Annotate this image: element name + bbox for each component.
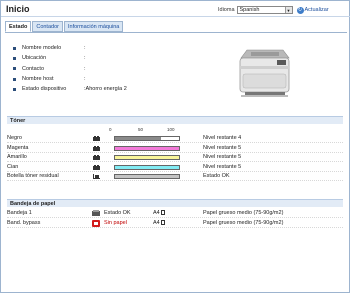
toner-row: Negro Nivel restante 4 — [7, 134, 343, 143]
tray-row: Band. bypass Sin papel A4 Papel grueso m… — [7, 219, 343, 228]
toner-name: Botella tóner residual — [7, 173, 59, 179]
tab-informacion-maquina[interactable]: Información máquina — [63, 21, 124, 32]
bullet-icon — [13, 67, 16, 71]
tab-contador[interactable]: Contador — [32, 21, 63, 32]
toner-status: Estado OK — [203, 173, 230, 179]
info-label: Estado dispositivo — [22, 86, 67, 93]
toner-name: Negro — [7, 135, 22, 141]
tray-paper-type: Papel grueso medio (75-90g/m2) — [203, 220, 284, 226]
toner-cartridge-icon — [93, 155, 100, 160]
toner-row: Cian Nivel restante 5 — [7, 163, 343, 172]
bullet-icon — [13, 46, 16, 50]
info-row: Ubicación : — [13, 53, 127, 63]
paper-tray-icon — [92, 210, 100, 216]
tray-status: Estado OK — [104, 210, 131, 216]
refresh-icon: ↻ — [296, 6, 304, 14]
bullet-icon — [13, 77, 16, 81]
language-bar: Idioma Spanish ▼ ↻ Actualizar — [218, 6, 329, 14]
toner-level-fill — [115, 146, 179, 150]
toner-level-fill — [115, 137, 162, 140]
info-value: : — [84, 55, 86, 62]
refresh-button[interactable]: ↻ Actualizar — [296, 6, 329, 14]
paper-sheet-icon — [160, 220, 165, 226]
toner-level-bar — [114, 145, 180, 151]
info-label: Contacto — [22, 65, 45, 72]
toner-row: Botella tóner residual Estado OK — [7, 172, 343, 181]
toner-level-bar — [114, 164, 180, 170]
toner-name: Cian — [7, 163, 19, 170]
tab-bar: Estado Contador Información máquina — [5, 21, 124, 32]
info-label: Nombre modelo — [22, 45, 62, 52]
info-label: Nombre host — [22, 76, 54, 83]
language-select[interactable]: Spanish ▼ — [236, 6, 293, 14]
tray-status: Sin papel — [104, 220, 127, 226]
tab-estado[interactable]: Estado — [5, 21, 32, 32]
toner-row: Magenta Nivel restante 5 — [7, 144, 343, 153]
status-page: Inicio Idioma Spanish ▼ ↻ Actualizar Est… — [0, 0, 350, 293]
tray-name: Band. bypass — [7, 220, 41, 226]
tray-name: Bandeja 1 — [7, 210, 32, 216]
scale-tick: 0 — [109, 127, 112, 132]
info-label: Ubicación — [22, 55, 47, 62]
tray-row: Bandeja 1 Estado OK A4 Papel grueso medi… — [7, 209, 343, 218]
page-title: Inicio — [6, 4, 30, 14]
toner-status: Nivel restante 4 — [203, 135, 242, 141]
language-value: Spanish — [239, 7, 260, 13]
toner-section-header: Tóner — [7, 116, 343, 124]
scale-tick: 100 — [167, 127, 175, 132]
toner-level-bar — [114, 136, 180, 141]
info-row: Nombre modelo : — [13, 43, 127, 53]
toner-level-fill — [115, 175, 179, 178]
info-row: Contacto : — [13, 64, 127, 74]
paper-size-label: A4 — [153, 210, 160, 216]
scale-tick: 50 — [138, 127, 144, 132]
toner-status: Nivel restante 5 — [203, 144, 242, 151]
toner-level-bar — [114, 174, 180, 179]
toner-level-bar — [114, 155, 180, 160]
paper-tray-section-header: Bandeja de papel — [7, 199, 343, 207]
info-value: : — [84, 45, 86, 52]
waste-toner-bottle-icon — [93, 174, 100, 179]
info-value: :Ahorro energía 2 — [84, 86, 127, 93]
tray-paper-type: Papel grueso medio (75-90g/m2) — [203, 210, 284, 216]
toner-cartridge-icon — [93, 136, 100, 141]
toner-status: Nivel restante 5 — [203, 163, 242, 170]
toner-row: Amarillo Nivel restante 5 — [7, 153, 343, 162]
refresh-label: Actualizar — [304, 7, 329, 13]
tab-divider — [5, 32, 347, 33]
info-value: : — [84, 76, 86, 83]
bullet-icon — [13, 56, 16, 60]
header-divider — [1, 16, 350, 17]
tray-paper-size: A4 — [153, 220, 165, 226]
toner-status: Nivel restante 5 — [203, 154, 242, 160]
info-row: Nombre host : — [13, 74, 127, 84]
chevron-down-icon[interactable]: ▼ — [284, 7, 292, 13]
bullet-icon — [13, 87, 16, 91]
toner-cartridge-icon — [93, 164, 100, 170]
paper-sheet-icon — [160, 210, 165, 216]
info-row: Estado dispositivo :Ahorro energía 2 — [13, 84, 127, 94]
toner-name: Magenta — [7, 144, 29, 151]
toner-level-fill — [115, 165, 179, 169]
paper-size-label: A4 — [153, 220, 160, 226]
toner-scale: 0 50 100 — [109, 127, 179, 133]
toner-level-fill — [115, 156, 179, 159]
device-info: Nombre modelo : Ubicación : Contacto : N… — [13, 43, 127, 94]
printer-image — [239, 49, 290, 97]
paper-empty-alert-icon — [92, 220, 100, 227]
toner-cartridge-icon — [93, 145, 100, 151]
toner-name: Amarillo — [7, 154, 27, 160]
tray-paper-size: A4 — [153, 210, 165, 216]
info-value: : — [84, 65, 86, 72]
language-label: Idioma — [218, 7, 235, 13]
